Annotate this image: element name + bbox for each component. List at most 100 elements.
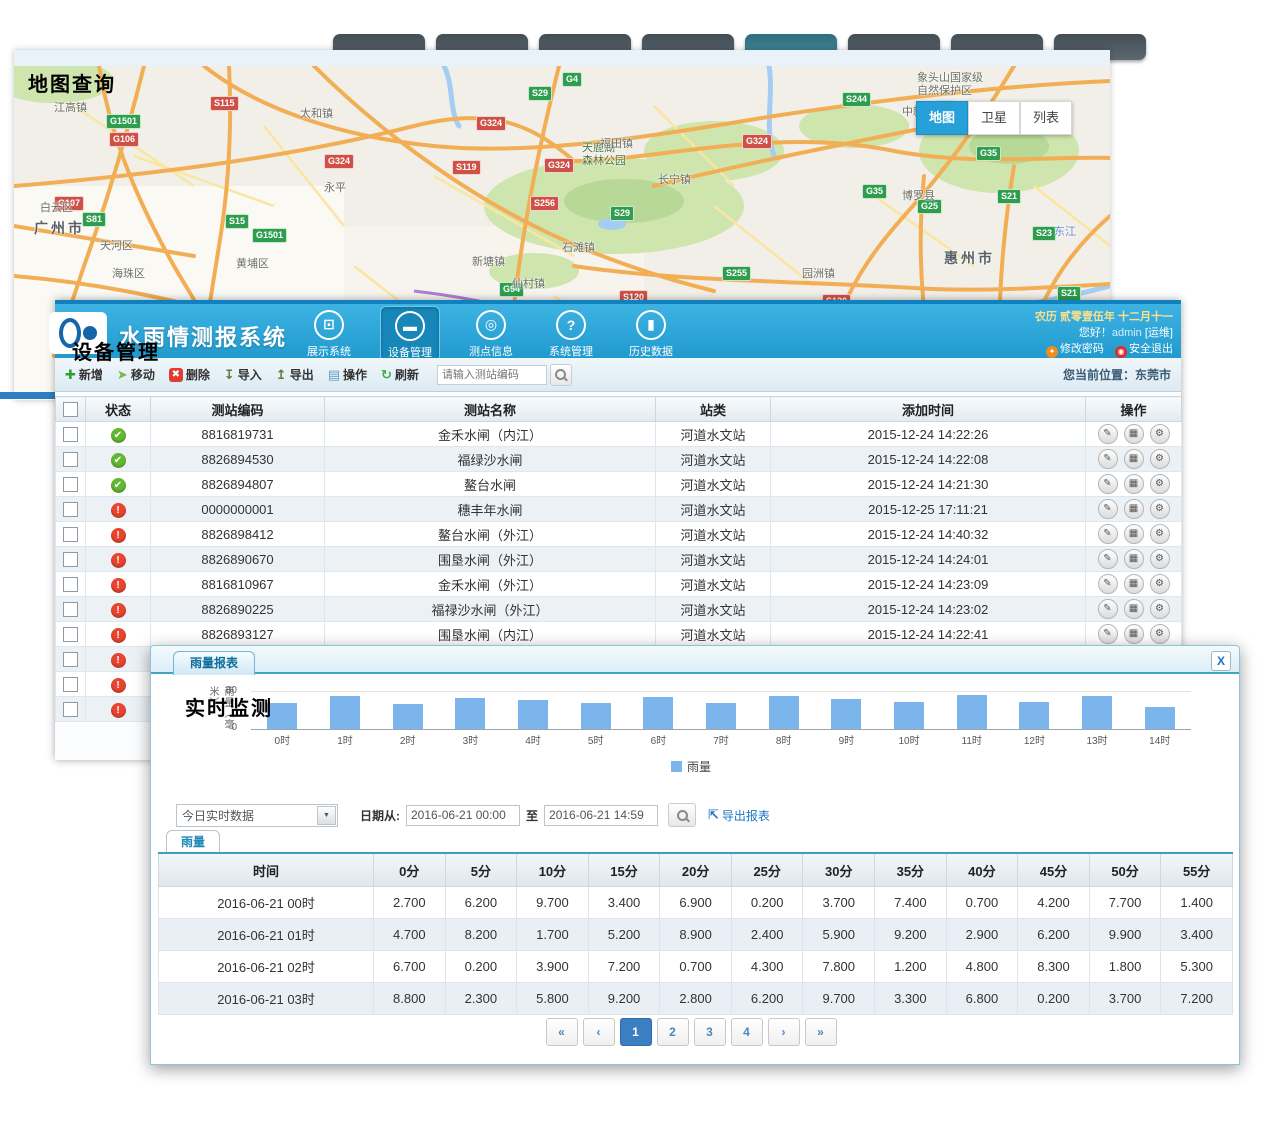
select-all-checkbox[interactable]: [63, 402, 78, 417]
nav-item-label: 测点信息: [469, 343, 513, 359]
row-time: 2016-06-21 01时: [159, 919, 374, 951]
data-mode-select[interactable]: 今日实时数据 ▼: [176, 804, 338, 827]
toolbar-button-操作[interactable]: ▤操作: [328, 366, 367, 383]
user-role: [运维]: [1145, 327, 1173, 339]
query-button[interactable]: [668, 803, 696, 827]
row-checkbox[interactable]: [63, 702, 78, 717]
toolbar-button-新增[interactable]: ✚新增: [65, 366, 103, 383]
nav-item-展示系统[interactable]: ⊡展示系统: [300, 306, 358, 360]
settings-icon[interactable]: ⚙: [1150, 499, 1170, 519]
delete-icon[interactable]: ▦: [1124, 599, 1144, 619]
delete-icon[interactable]: ▦: [1124, 524, 1144, 544]
settings-icon[interactable]: ⚙: [1150, 599, 1170, 619]
settings-icon[interactable]: ⚙: [1150, 574, 1170, 594]
row-checkbox[interactable]: [63, 627, 78, 642]
date-to-input[interactable]: [544, 805, 658, 826]
nav-item-设备管理[interactable]: ▬设备管理: [380, 306, 440, 362]
toolbar-button-删除[interactable]: ✖删除: [169, 366, 210, 383]
change-password-link[interactable]: 修改密码: [1060, 343, 1104, 355]
toolbar-strip: ✚新增 ➤移动 ✖删除 ↧导入 ↥导出 ▤操作 ↻刷新 您当前位置：东莞市: [55, 358, 1181, 392]
toolbar-button-移动[interactable]: ➤移动: [117, 366, 155, 383]
toolbar-button-刷新[interactable]: ↻刷新: [381, 366, 419, 383]
nav-item-测点信息[interactable]: ◎测点信息: [462, 306, 520, 360]
station-type: 河道水文站: [656, 422, 771, 447]
settings-icon[interactable]: ⚙: [1150, 474, 1170, 494]
row-checkbox[interactable]: [63, 577, 78, 592]
edit-icon[interactable]: ✎: [1098, 574, 1118, 594]
toolbar-button-导入[interactable]: ↧导入: [224, 366, 262, 383]
edit-icon[interactable]: ✎: [1098, 424, 1118, 444]
road-badge: G4: [562, 72, 582, 87]
nav-item-系统管理[interactable]: ?系统管理: [542, 306, 600, 360]
page-button-»[interactable]: »: [805, 1018, 837, 1046]
row-checkbox[interactable]: [63, 677, 78, 692]
page-button-2[interactable]: 2: [657, 1018, 689, 1046]
rain-value: 9.700: [517, 887, 589, 919]
map-type-button-地图[interactable]: 地图: [916, 101, 968, 135]
station-search-input[interactable]: [437, 365, 547, 385]
row-checkbox[interactable]: [63, 452, 78, 467]
row-checkbox[interactable]: [63, 552, 78, 567]
edit-icon[interactable]: ✎: [1098, 599, 1118, 619]
delete-icon[interactable]: ▦: [1124, 574, 1144, 594]
logout-link[interactable]: 安全退出: [1129, 343, 1173, 355]
row-checkbox[interactable]: [63, 602, 78, 617]
export-report-link[interactable]: ⇱导出报表: [708, 807, 770, 824]
edit-icon[interactable]: ✎: [1098, 449, 1118, 469]
tab-rainfall-report[interactable]: 雨量报表: [173, 651, 255, 675]
col-station-name: 测站名称: [325, 397, 656, 422]
close-icon[interactable]: X: [1211, 651, 1231, 671]
page-button-1[interactable]: 1: [620, 1018, 652, 1046]
station-name: 福禄沙水闸（外江）: [325, 597, 656, 622]
edit-icon[interactable]: ✎: [1098, 499, 1118, 519]
date-from-input[interactable]: [406, 805, 520, 826]
page-button-‹[interactable]: ‹: [583, 1018, 615, 1046]
row-checkbox[interactable]: [63, 527, 78, 542]
delete-icon[interactable]: ▦: [1124, 499, 1144, 519]
map-type-button-列表[interactable]: 列表: [1020, 101, 1072, 135]
nav-item-历史数据[interactable]: ▮历史数据: [622, 306, 680, 360]
delete-icon[interactable]: ▦: [1124, 474, 1144, 494]
chart-bar: [455, 698, 485, 729]
rain-value: 1.700: [517, 919, 589, 951]
row-checkbox[interactable]: [63, 502, 78, 517]
toolbar-button-导出[interactable]: ↥导出: [276, 366, 314, 383]
delete-icon[interactable]: ▦: [1124, 449, 1144, 469]
settings-icon[interactable]: ⚙: [1150, 624, 1170, 644]
current-location: 您当前位置：东莞市: [1063, 366, 1171, 383]
page-button-›[interactable]: ›: [768, 1018, 800, 1046]
station-name: 鳌台水闸: [325, 472, 656, 497]
row-checkbox[interactable]: [63, 427, 78, 442]
page-button-3[interactable]: 3: [694, 1018, 726, 1046]
delete-icon[interactable]: ▦: [1124, 624, 1144, 644]
status-ok-icon: ✔: [111, 478, 126, 493]
added-time: 2015-12-24 14:22:41: [771, 622, 1086, 647]
edit-icon[interactable]: ✎: [1098, 474, 1118, 494]
settings-icon[interactable]: ⚙: [1150, 524, 1170, 544]
station-type: 河道水文站: [656, 597, 771, 622]
map-type-button-卫星[interactable]: 卫星: [968, 101, 1020, 135]
row-checkbox[interactable]: [63, 477, 78, 492]
rain-value: 6.200: [445, 887, 517, 919]
edit-icon[interactable]: ✎: [1098, 524, 1118, 544]
screen: G4S115S2S244G1501G1501G106G324G324G324G3…: [0, 0, 1285, 1125]
settings-icon[interactable]: ⚙: [1150, 449, 1170, 469]
settings-icon[interactable]: ⚙: [1150, 549, 1170, 569]
logout-icon: ◉: [1115, 346, 1127, 358]
table-row: ✔8826894530福绿沙水闸河道水文站2015-12-24 14:22:08…: [56, 447, 1182, 472]
settings-icon[interactable]: ⚙: [1150, 424, 1170, 444]
delete-icon[interactable]: ▦: [1124, 424, 1144, 444]
app-header: 水雨情测报系统 ⊡展示系统▬设备管理◎测点信息?系统管理▮历史数据 农历 贰零壹…: [55, 300, 1181, 358]
page-button-«[interactable]: «: [546, 1018, 578, 1046]
row-status-cell: !: [86, 547, 151, 572]
map-place-label: 天河区: [100, 240, 133, 253]
station-search-button[interactable]: [550, 364, 572, 386]
tab-rainfall[interactable]: 雨量: [166, 830, 220, 853]
edit-icon[interactable]: ✎: [1098, 549, 1118, 569]
rain-value: 2.800: [660, 983, 732, 1015]
delete-icon[interactable]: ▦: [1124, 549, 1144, 569]
page-button-4[interactable]: 4: [731, 1018, 763, 1046]
col-status: 状态: [86, 397, 151, 422]
edit-icon[interactable]: ✎: [1098, 624, 1118, 644]
row-checkbox[interactable]: [63, 652, 78, 667]
